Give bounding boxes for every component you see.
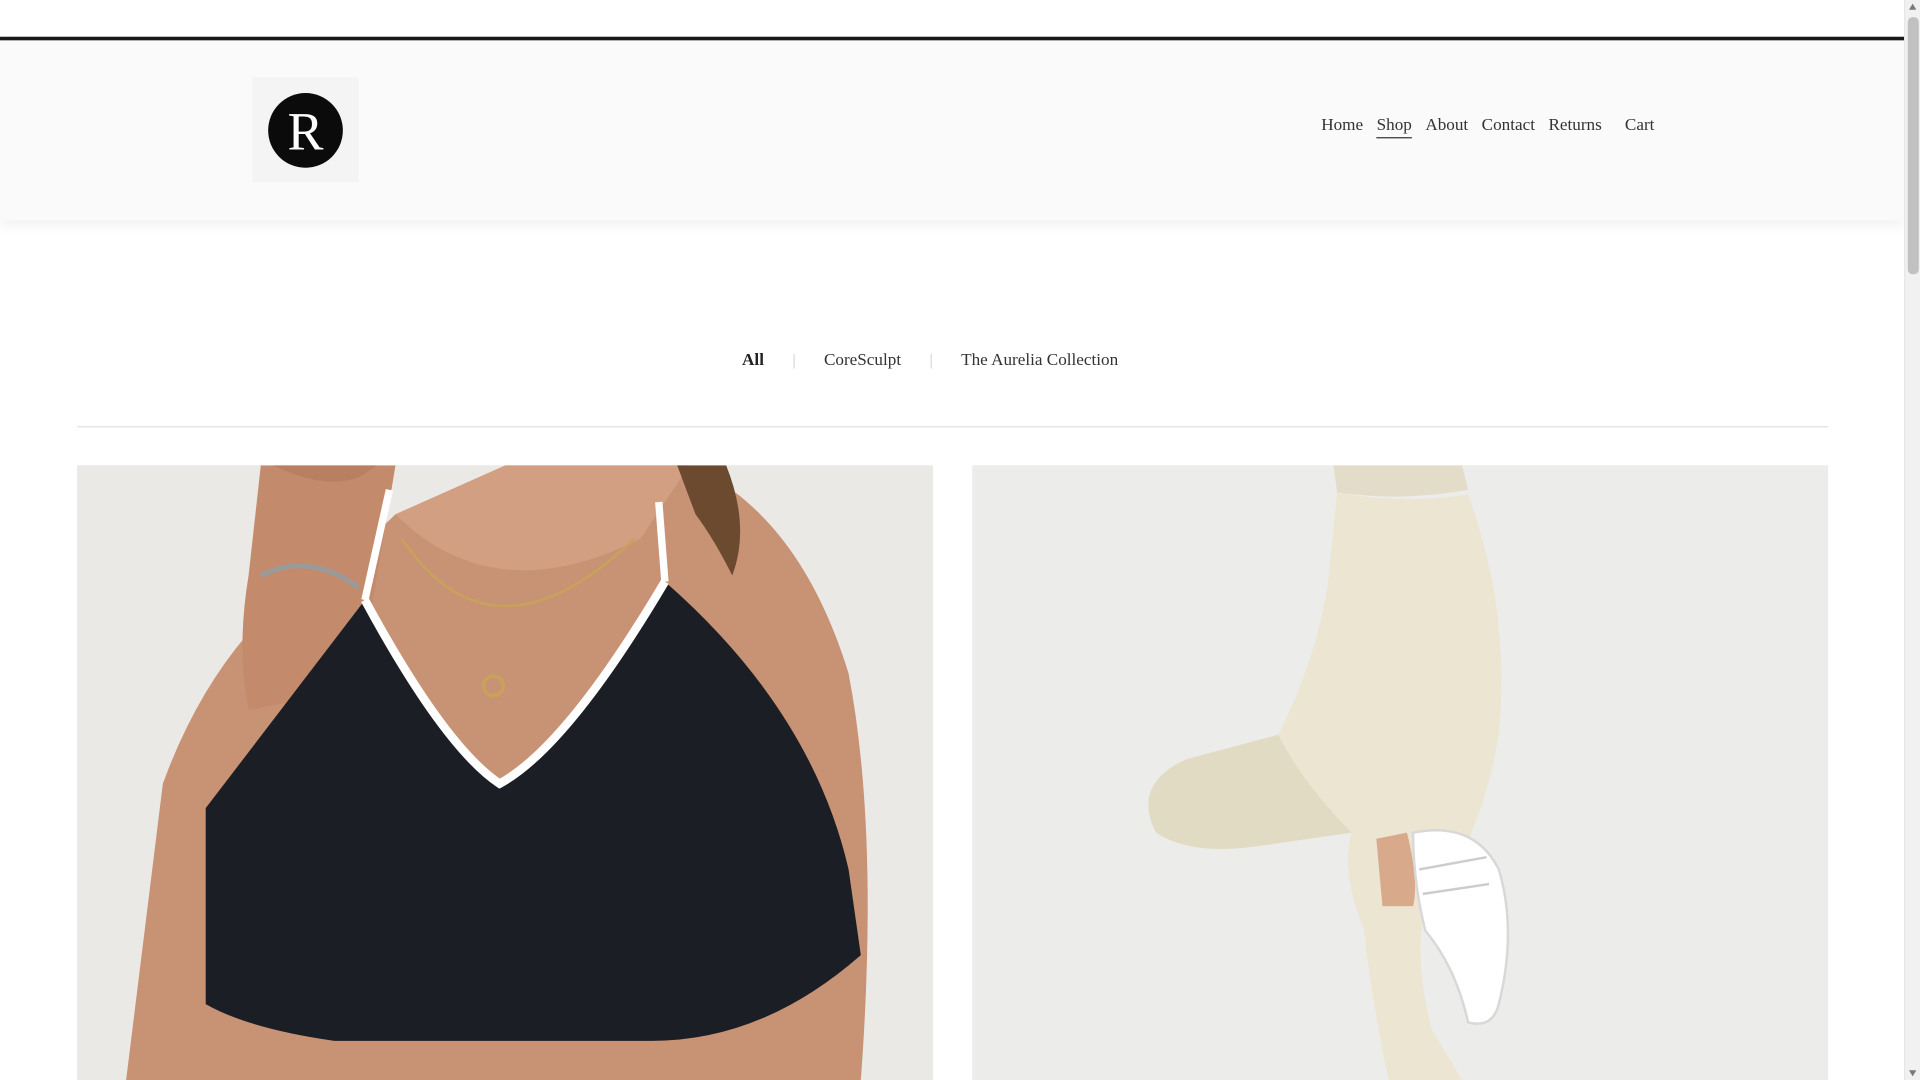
cart-link[interactable]: Cart [1625, 116, 1655, 136]
nav-contact[interactable]: Contact [1482, 116, 1535, 138]
filter-aurelia[interactable]: The Aurelia Collection [961, 351, 1118, 371]
scrollbar[interactable] [1904, 0, 1920, 1080]
product-card-sports-bra[interactable] [77, 465, 934, 1080]
filter-divider [793, 353, 795, 369]
nav-about[interactable]: About [1425, 116, 1468, 138]
nav-home[interactable]: Home [1321, 116, 1363, 138]
collection-filters: All CoreSculpt The Aurelia Collection [742, 351, 1118, 371]
leggings-image [972, 465, 1829, 1080]
sports-bra-image [77, 465, 934, 1080]
scrollbar-thumb[interactable] [1907, 17, 1919, 275]
scroll-down-icon[interactable] [1908, 1070, 1917, 1077]
nav-shop[interactable]: Shop [1376, 116, 1412, 139]
page: R Home Shop About Contact Returns Cart A… [0, 0, 1920, 1080]
logo[interactable]: R [252, 77, 359, 183]
product-card-leggings[interactable] [972, 465, 1829, 1080]
logo-circle: R [268, 93, 343, 168]
logo-letter: R [287, 101, 324, 162]
main-nav: Home Shop About Contact Returns [1321, 116, 1602, 139]
filter-all[interactable]: All [742, 351, 764, 371]
filter-coresculpt[interactable]: CoreSculpt [824, 351, 901, 371]
scroll-up-icon[interactable] [1908, 3, 1917, 10]
site-header: R Home Shop About Contact Returns Cart [0, 40, 1905, 221]
filter-divider [930, 353, 932, 369]
filters-divider [77, 426, 1829, 428]
top-bar [0, 0, 1905, 37]
nav-returns[interactable]: Returns [1548, 116, 1601, 138]
